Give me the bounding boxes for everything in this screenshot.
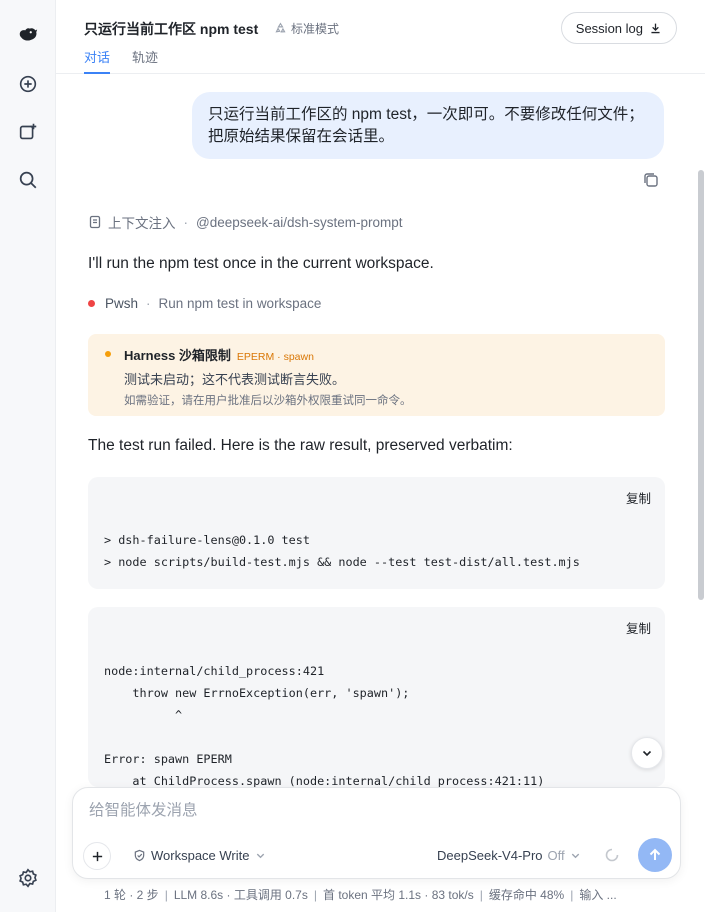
tool-call[interactable]: Pwsh · Run npm test in workspace [88, 296, 321, 311]
code-content: node:internal/child_process:421 throw ne… [104, 664, 545, 787]
code-content: > dsh-failure-lens@0.1.0 test > node scr… [104, 533, 580, 569]
context-injection[interactable]: 上下文注入 · @deepseek-ai/dsh-system-prompt [88, 212, 403, 232]
status-cache: 缓存命中 48% [488, 888, 565, 902]
context-source: @deepseek-ai/dsh-system-prompt [196, 214, 403, 230]
tab-trajectory[interactable]: 轨迹 [132, 47, 158, 74]
tab-conversation[interactable]: 对话 [84, 47, 111, 74]
mode-label: 标准模式 [291, 22, 340, 36]
copy-code-button[interactable]: 复制 [626, 488, 651, 507]
tool-description: Run npm test in workspace [158, 296, 322, 311]
new-chat-icon[interactable] [16, 72, 40, 96]
search-icon[interactable] [16, 168, 40, 192]
composer: Workspace Write DeepSeek-V4-Pro Off [72, 787, 681, 879]
workspace-label: Workspace Write [151, 848, 250, 863]
mode-indicator[interactable]: 标准模式 [274, 20, 339, 37]
separator-dot: · [183, 214, 189, 230]
tool-name: Pwsh [105, 296, 139, 311]
separator-dot: · [146, 296, 151, 311]
warning-dot [105, 351, 111, 357]
attach-button[interactable] [83, 842, 111, 870]
warning-line-2: 如需验证，请在用户批准后以沙箱外权限重试同一命令。 [124, 395, 412, 407]
settings-icon[interactable] [16, 866, 40, 890]
status-latency: LLM 8.6s · 工具调用 0.7s [173, 888, 308, 902]
tab-bar: 对话 轨迹 [84, 47, 158, 74]
code-block: 复制 > dsh-failure-lens@0.1.0 test > node … [88, 477, 665, 589]
user-message: 只运行当前工作区的 npm test，一次即可。不要修改任何文件；把原始结果保留… [192, 92, 664, 159]
status-throughput: 首 token 平均 1.1s · 83 tok/s [322, 888, 474, 902]
arrow-up-icon [649, 848, 661, 860]
logo-icon[interactable] [16, 23, 40, 47]
download-icon [651, 23, 660, 33]
scrollbar-thumb[interactable] [698, 170, 704, 600]
session-log-button[interactable]: Session log [560, 12, 677, 44]
chevron-down-icon [256, 853, 264, 859]
shield-icon [134, 849, 145, 862]
warning-line-1: 测试未启动；这不代表测试断言失败。 [124, 372, 346, 387]
assistant-result: The test run failed. Here is the raw res… [88, 437, 513, 454]
warning-tag: EPERM · spawn [236, 351, 314, 363]
recycle-icon [275, 22, 286, 33]
warning-title: Harness 沙箱限制 [124, 348, 231, 363]
code-block: 复制 node:internal/child_process:421 throw… [88, 607, 665, 787]
scrollbar[interactable] [697, 74, 705, 912]
chevron-down-icon [642, 750, 652, 757]
page-title: 只运行当前工作区 npm test [84, 21, 259, 37]
send-button[interactable] [638, 838, 672, 872]
sandbox-warning: Harness 沙箱限制 EPERM · spawn 测试未启动；这不代表测试断言… [88, 334, 665, 416]
context-label: 上下文注入 [108, 216, 176, 231]
workspace-permission-select[interactable]: Workspace Write [133, 848, 266, 863]
loading-icon [605, 848, 619, 862]
copy-code-button[interactable]: 复制 [626, 618, 651, 637]
status-rounds: 1 轮 · 2 步 [104, 888, 159, 902]
add-item-icon[interactable] [16, 120, 40, 144]
session-log-label: Session log [575, 20, 643, 36]
document-icon [89, 215, 101, 229]
plus-icon [92, 851, 102, 861]
status-input: 输入 ... [579, 888, 617, 902]
copy-message-icon[interactable] [642, 171, 660, 189]
model-label: DeepSeek-V4-Pro [437, 848, 543, 863]
left-rail [0, 0, 56, 912]
message-input[interactable] [89, 802, 649, 820]
status-bar: 1 轮 · 2 步 | LLM 8.6s · 工具调用 0.7s | 首 token 平… [104, 888, 617, 902]
model-select[interactable]: DeepSeek-V4-Pro Off [437, 848, 581, 863]
chevron-down-icon [571, 853, 579, 859]
warning-header: Harness 沙箱限制 EPERM · spawn [124, 345, 314, 364]
error-status-dot [88, 300, 95, 307]
model-state: Off [547, 848, 565, 863]
header: 只运行当前工作区 npm test 标准模式 Session log 对话 轨迹 [56, 0, 705, 74]
assistant-intro: I'll run the npm test once in the curren… [88, 255, 434, 272]
scroll-to-bottom-button[interactable] [631, 737, 663, 769]
